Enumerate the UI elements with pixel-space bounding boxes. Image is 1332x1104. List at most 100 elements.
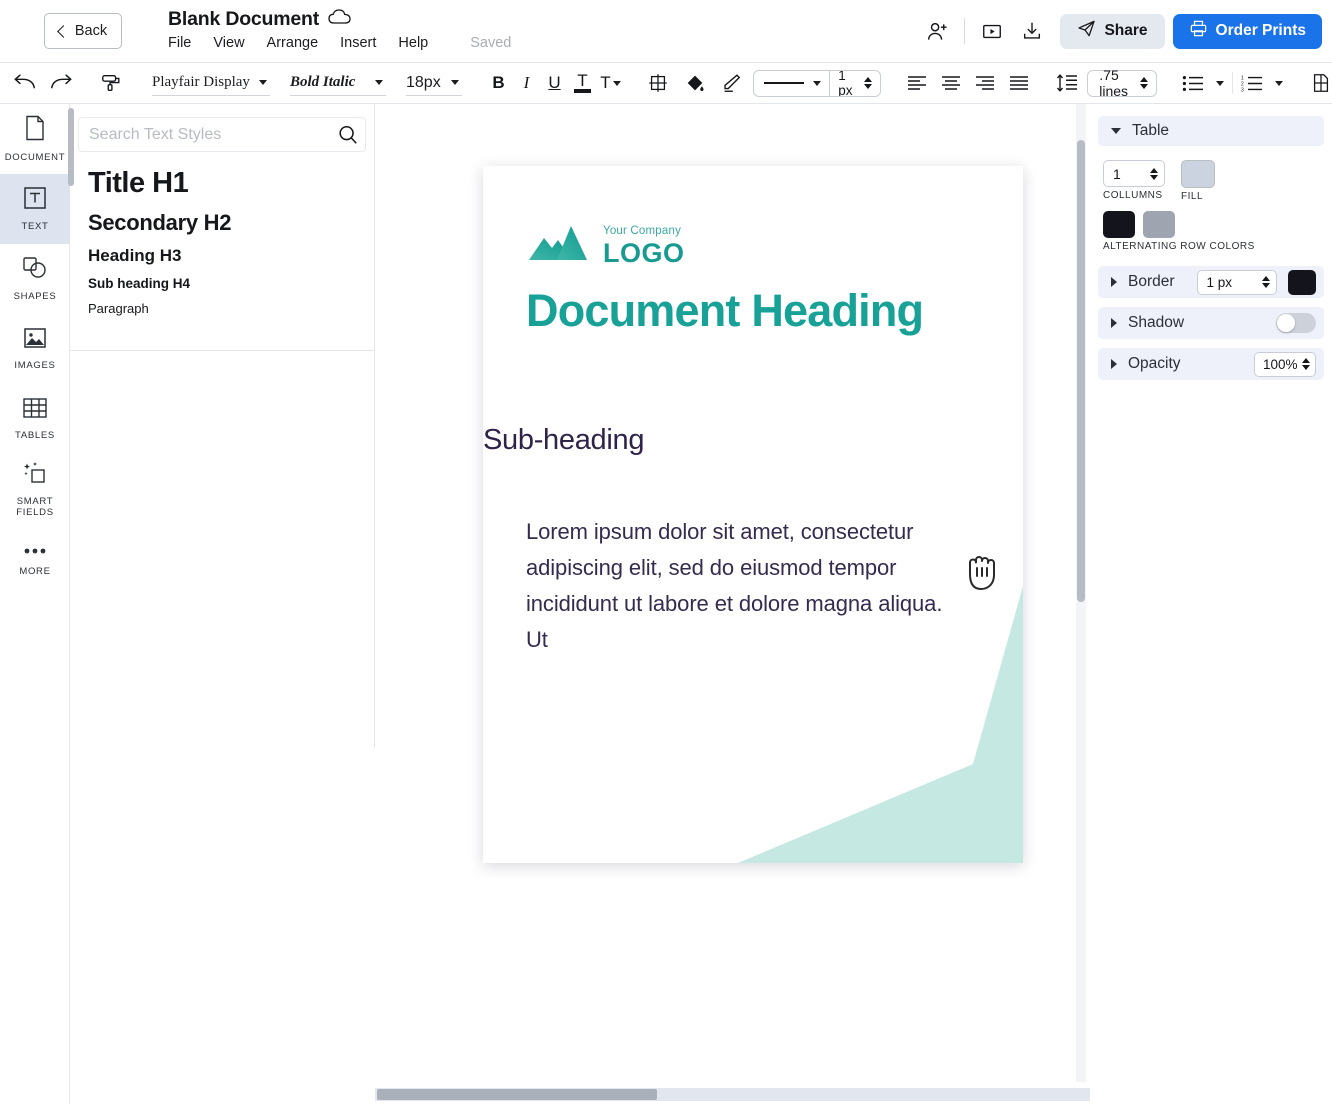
menu-item-arrange[interactable]: Arrange: [267, 35, 319, 51]
sidebar-label-document: DOCUMENT: [5, 152, 66, 163]
paper-plane-icon: [1077, 19, 1096, 43]
columns-stepper[interactable]: 1: [1103, 160, 1165, 187]
styles-panel-scrollbar[interactable]: [68, 108, 74, 186]
italic-button[interactable]: I: [514, 68, 539, 98]
alt-row-color-1-swatch[interactable]: [1103, 211, 1135, 238]
text-styles-panel: Title H1 Secondary H2 Heading H3 Sub hea…: [70, 104, 375, 748]
text-color-letter: T: [577, 74, 587, 88]
sidebar-label-smart-fields: SMARTFIELDS: [16, 496, 53, 518]
sidebar-item-smart-fields[interactable]: SMARTFIELDS: [0, 454, 70, 524]
align-justify-icon[interactable]: [1004, 68, 1034, 98]
font-family-select[interactable]: Playfair Display: [152, 70, 270, 96]
pen-icon[interactable]: [717, 68, 745, 98]
document-subheading[interactable]: Sub-heading: [483, 424, 923, 457]
present-play-icon[interactable]: [972, 11, 1012, 51]
triangle-right-icon-shadow: [1111, 318, 1117, 328]
menu-item-insert[interactable]: Insert: [340, 35, 376, 51]
crop-frame-icon[interactable]: [644, 68, 672, 98]
stroke-style-control[interactable]: 1 px: [753, 70, 881, 97]
columns-arrows-icon[interactable]: [1150, 168, 1158, 180]
sidebar-item-document[interactable]: DOCUMENT: [0, 104, 70, 174]
printer-icon: [1189, 19, 1208, 43]
line-spacing-icon[interactable]: [1055, 68, 1079, 98]
text-style-title-h1[interactable]: Title H1: [70, 162, 375, 205]
bold-button[interactable]: B: [486, 68, 511, 98]
alt-row-color-2-swatch[interactable]: [1143, 211, 1175, 238]
numbered-list-options[interactable]: [1271, 68, 1287, 98]
order-prints-label: Order Prints: [1216, 22, 1306, 40]
search-input[interactable]: [79, 125, 331, 145]
document-heading[interactable]: Document Heading: [526, 284, 956, 338]
stepper-arrows-icon[interactable]: [864, 77, 872, 89]
text-options-button[interactable]: T: [598, 68, 623, 98]
add-person-icon[interactable]: [917, 11, 957, 51]
line-spacing-arrows-icon[interactable]: [1140, 77, 1148, 89]
logo-name: LOGO: [603, 240, 685, 267]
border-arrows-icon[interactable]: [1262, 276, 1270, 288]
text-style-paragraph[interactable]: Paragraph: [70, 296, 375, 321]
canvas-vertical-scrollbar-thumb[interactable]: [1077, 140, 1085, 602]
numbered-list-icon[interactable]: 1 2 3: [1237, 68, 1267, 98]
sidebar-item-more[interactable]: MORE: [0, 524, 70, 594]
document-page-icon: [24, 115, 46, 146]
page-columns-icon[interactable]: [1309, 68, 1332, 98]
sidebar-item-shapes[interactable]: SHAPES: [0, 244, 70, 314]
border-color-swatch[interactable]: [1288, 270, 1316, 295]
text-options-letter: T: [600, 73, 610, 93]
table-section-title: Table: [1132, 122, 1169, 140]
download-icon[interactable]: [1012, 11, 1052, 51]
align-center-icon[interactable]: [936, 68, 966, 98]
menu-item-help[interactable]: Help: [398, 35, 428, 51]
stroke-width-stepper[interactable]: 1 px: [830, 70, 880, 97]
sidebar-item-tables[interactable]: TABLES: [0, 384, 70, 454]
page-title[interactable]: Blank Document: [168, 8, 319, 31]
line-spacing-stepper[interactable]: .75 lines: [1087, 70, 1157, 97]
menu-item-view[interactable]: View: [213, 35, 244, 51]
text-style-sub-heading-h4[interactable]: Sub heading H4: [70, 271, 375, 296]
stroke-style-select[interactable]: [754, 71, 829, 96]
redo-arrow-icon[interactable]: [46, 68, 76, 98]
solid-line-icon: [764, 82, 804, 84]
line-spacing-group: .75 lines: [1044, 63, 1168, 104]
share-button[interactable]: Share: [1060, 14, 1164, 49]
shadow-section[interactable]: Shadow: [1098, 307, 1324, 339]
undo-arrow-icon[interactable]: [10, 68, 40, 98]
order-prints-button[interactable]: Order Prints: [1173, 14, 1322, 49]
opacity-stepper[interactable]: 100%: [1254, 352, 1316, 377]
canvas-horizontal-scrollbar-thumb[interactable]: [377, 1089, 657, 1100]
opacity-section[interactable]: Opacity 100%: [1098, 348, 1324, 380]
triangle-right-icon-border: [1111, 277, 1117, 287]
underline-button[interactable]: U: [542, 68, 567, 98]
border-width-stepper[interactable]: 1 px: [1197, 270, 1277, 295]
bullet-list-options[interactable]: [1212, 68, 1228, 98]
document-canvas[interactable]: Your Company LOGO Document Heading Sub-h…: [375, 104, 1080, 1104]
border-section[interactable]: Border 1 px: [1098, 266, 1324, 298]
font-size-select[interactable]: 18px: [406, 70, 462, 96]
header-divider: [964, 18, 965, 44]
paint-bucket-icon[interactable]: [680, 68, 708, 98]
document-page[interactable]: Your Company LOGO Document Heading Sub-h…: [483, 166, 1023, 863]
text-t-icon: [23, 186, 47, 215]
sidebar-item-text[interactable]: TEXT: [0, 174, 70, 244]
align-left-icon[interactable]: [902, 68, 932, 98]
fill-color-swatch[interactable]: [1181, 160, 1215, 188]
text-style-heading-h3[interactable]: Heading H3: [70, 241, 375, 271]
font-style-select[interactable]: Bold Italic: [290, 70, 386, 96]
back-button[interactable]: Back: [44, 13, 122, 49]
bullet-list-icon[interactable]: [1178, 68, 1208, 98]
text-color-swatch: [574, 89, 591, 93]
opacity-arrows-icon[interactable]: [1302, 358, 1310, 370]
table-section-header[interactable]: Table: [1098, 116, 1324, 146]
text-style-secondary-h2[interactable]: Secondary H2: [70, 205, 375, 241]
search-magnifier-icon[interactable]: [331, 124, 365, 146]
sidebar-item-images[interactable]: IMAGES: [0, 314, 70, 384]
document-body-text[interactable]: Lorem ipsum dolor sit amet, consectetur …: [526, 514, 946, 657]
align-right-icon[interactable]: [970, 68, 1000, 98]
menu-item-file[interactable]: File: [168, 35, 191, 51]
shadow-toggle[interactable]: [1276, 313, 1316, 333]
company-logo[interactable]: Your Company LOGO: [527, 218, 685, 267]
paint-roller-icon[interactable]: [96, 68, 126, 98]
text-color-button[interactable]: T: [570, 68, 595, 98]
app-root: Back Blank Document File View Arrange In…: [0, 0, 1332, 1104]
mountain-logo-icon: [527, 218, 595, 267]
